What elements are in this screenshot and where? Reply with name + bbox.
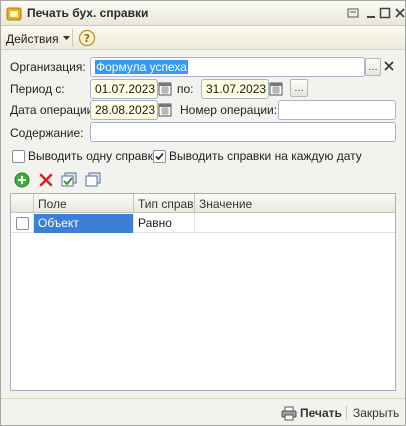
content-field[interactable] bbox=[90, 122, 396, 142]
period-to-label: по: bbox=[177, 82, 194, 96]
check-all-icon[interactable] bbox=[61, 172, 77, 188]
each-date-label[interactable]: Выводить справки на каждую дату bbox=[169, 149, 362, 163]
period-to-field[interactable]: 31.07.2023 bbox=[201, 79, 269, 99]
row-checkbox[interactable] bbox=[16, 217, 29, 230]
organization-field[interactable]: Формула успеха bbox=[90, 57, 365, 77]
actions-menu[interactable]: Действия bbox=[6, 30, 70, 47]
operation-date-value: 28.08.2023 bbox=[95, 103, 156, 117]
clear-icon[interactable] bbox=[382, 59, 396, 73]
toolbar: Действия ? bbox=[1, 26, 405, 50]
operation-number-label: Номер операции: bbox=[180, 103, 278, 117]
printer-icon bbox=[281, 406, 297, 420]
type-cell[interactable]: Равно bbox=[134, 214, 194, 233]
operation-date-field[interactable]: 28.08.2023 bbox=[90, 100, 158, 120]
print-button[interactable]: Печать bbox=[281, 404, 342, 422]
field-cell[interactable]: Объект bbox=[34, 214, 133, 233]
period-from-field[interactable]: 01.07.2023 bbox=[90, 79, 158, 99]
period-from-value: 01.07.2023 bbox=[95, 82, 156, 96]
one-report-checkbox[interactable] bbox=[12, 150, 25, 163]
print-label: Печать bbox=[300, 406, 342, 420]
period-select-button[interactable]: … bbox=[290, 79, 308, 97]
operation-date-label: Дата операции: bbox=[10, 103, 97, 117]
add-row-icon[interactable] bbox=[14, 172, 30, 188]
toolbar-separator bbox=[72, 29, 73, 47]
svg-text:?: ? bbox=[84, 32, 90, 45]
column-header[interactable]: Тип справ... bbox=[138, 197, 194, 211]
close-icon[interactable] bbox=[392, 5, 406, 21]
table-header: Поле Тип справ... Значение bbox=[11, 194, 395, 213]
footer: Печать Закрыть bbox=[1, 398, 405, 425]
close-button[interactable]: Закрыть bbox=[353, 406, 399, 420]
app-icon bbox=[6, 7, 22, 21]
conditions-table[interactable]: Поле Тип справ... Значение Объект Равно bbox=[10, 193, 396, 391]
print-report-window: Печать бух. справки Действия ? Организац… bbox=[0, 0, 406, 426]
period-to-value: 31.07.2023 bbox=[206, 82, 267, 96]
operation-number-field[interactable] bbox=[278, 100, 396, 120]
title-bar: Печать бух. справки bbox=[1, 1, 405, 26]
footer-separator bbox=[346, 406, 347, 420]
column-header[interactable]: Значение bbox=[199, 197, 379, 211]
table-row[interactable]: Объект Равно bbox=[11, 214, 395, 233]
column-header[interactable]: Поле bbox=[38, 197, 132, 211]
calendar-icon[interactable] bbox=[158, 81, 172, 97]
organization-label: Организация: bbox=[10, 60, 86, 74]
content-label: Содержание: bbox=[10, 126, 84, 140]
uncheck-all-icon[interactable] bbox=[85, 172, 101, 188]
each-date-checkbox[interactable] bbox=[153, 150, 166, 163]
one-report-label[interactable]: Выводить одну справку bbox=[28, 149, 159, 163]
maximize-icon[interactable] bbox=[377, 5, 393, 21]
period-from-label: Период с: bbox=[10, 82, 65, 96]
check-icon bbox=[155, 152, 164, 161]
organization-value: Формула успеха bbox=[95, 60, 188, 74]
actions-label: Действия bbox=[6, 31, 59, 46]
organization-select-button[interactable]: … bbox=[365, 58, 381, 76]
delete-row-icon[interactable] bbox=[38, 172, 54, 188]
window-title: Печать бух. справки bbox=[27, 6, 149, 20]
help-icon[interactable]: ? bbox=[78, 29, 96, 47]
chevron-down-icon bbox=[62, 36, 70, 40]
calendar-icon[interactable] bbox=[269, 81, 283, 97]
menu-icon[interactable] bbox=[345, 5, 361, 21]
value-cell[interactable] bbox=[195, 214, 395, 233]
calendar-icon[interactable] bbox=[158, 102, 172, 118]
